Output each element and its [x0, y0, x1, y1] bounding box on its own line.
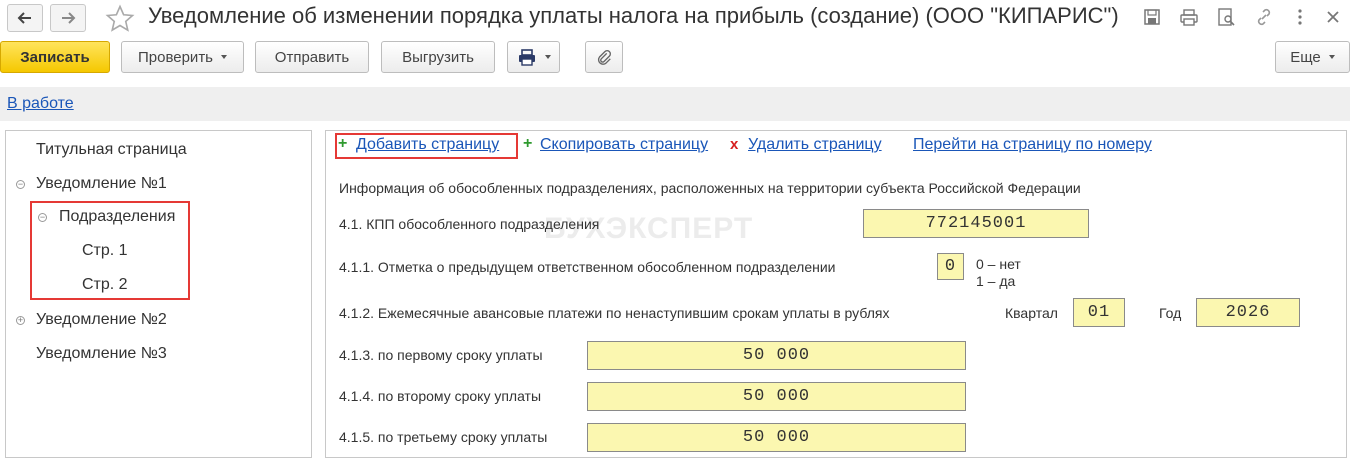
- tree-item-notice-3[interactable]: Уведомление №3: [36, 345, 167, 363]
- check-button[interactable]: Проверить: [121, 41, 244, 73]
- year-field[interactable]: 2026: [1196, 298, 1300, 327]
- close-icon[interactable]: [1322, 6, 1344, 28]
- quarter-label: Квартал: [1005, 305, 1058, 321]
- export-button-label: Выгрузить: [402, 48, 474, 66]
- attach-button[interactable]: [585, 41, 623, 73]
- paperclip-icon: [597, 50, 611, 65]
- second-term-field[interactable]: 50 000: [587, 382, 966, 411]
- printer-icon: [518, 49, 535, 66]
- delete-icon: x: [730, 136, 739, 153]
- third-term-label: 4.1.5. по третьему сроку уплаты: [339, 429, 548, 445]
- year-label: Год: [1159, 305, 1182, 321]
- more-button-label: Еще: [1290, 48, 1321, 66]
- first-term-field[interactable]: 50 000: [587, 341, 966, 370]
- send-button-label: Отправить: [274, 48, 350, 66]
- copy-icon: +: [523, 135, 533, 152]
- monthly-label: 4.1.2. Ежемесячные авансовые платежи по …: [339, 305, 890, 321]
- more-vertical-icon[interactable]: [1289, 6, 1311, 28]
- save-button[interactable]: Записать: [0, 41, 110, 73]
- send-button[interactable]: Отправить: [255, 41, 369, 73]
- tree-item-notice-1[interactable]: Уведомление №1: [36, 175, 167, 193]
- highlight-box: [335, 133, 518, 159]
- prev-mark-hint-no: 0 – нет: [976, 256, 1021, 272]
- form-panel: БУХЭКСПЕРТ + Добавить страницу + Скопиро…: [325, 130, 1347, 458]
- forward-button[interactable]: [50, 4, 86, 32]
- prev-mark-label: 4.1.1. Отметка о предыдущем ответственно…: [339, 259, 836, 275]
- third-term-field[interactable]: 50 000: [587, 423, 966, 452]
- status-bar: [0, 87, 1350, 121]
- link-icon[interactable]: [1253, 6, 1275, 28]
- arrow-left-icon: [17, 12, 31, 24]
- check-button-label: Проверить: [137, 48, 213, 66]
- save-to-disk-icon[interactable]: [1141, 6, 1163, 28]
- delete-page-link[interactable]: Удалить страницу: [748, 136, 882, 154]
- quarter-field[interactable]: 01: [1073, 298, 1125, 327]
- back-button[interactable]: [7, 4, 43, 32]
- goto-page-link[interactable]: Перейти на страницу по номеру: [913, 136, 1152, 154]
- export-button[interactable]: Выгрузить: [381, 41, 495, 73]
- first-term-label: 4.1.3. по первому сроку уплаты: [339, 347, 543, 363]
- section-title: Информация об обособленных подразделения…: [339, 180, 1081, 196]
- copy-page-link[interactable]: Скопировать страницу: [540, 136, 708, 154]
- chevron-down-icon: [544, 55, 551, 59]
- page-tree: Титульная страница − Уведомление №1 − По…: [5, 130, 312, 458]
- expand-icon[interactable]: +: [16, 316, 25, 325]
- print-icon[interactable]: [1178, 6, 1200, 28]
- save-button-label: Записать: [20, 48, 90, 66]
- second-term-label: 4.1.4. по второму сроку уплаты: [339, 388, 542, 404]
- prev-mark-field[interactable]: 0: [937, 253, 964, 280]
- preview-icon[interactable]: [1215, 6, 1237, 28]
- more-button[interactable]: Еще: [1275, 41, 1350, 73]
- highlight-box: [30, 201, 190, 300]
- tree-item-notice-2[interactable]: Уведомление №2: [36, 311, 167, 329]
- chevron-down-icon: [1328, 55, 1335, 59]
- arrow-right-icon: [62, 12, 76, 24]
- prev-mark-hint-yes: 1 – да: [976, 273, 1016, 289]
- chevron-down-icon: [221, 55, 227, 59]
- collapse-icon[interactable]: −: [16, 180, 25, 189]
- tree-item-title-page[interactable]: Титульная страница: [36, 141, 187, 159]
- kpp-label: 4.1. КПП обособленного подразделения: [339, 216, 600, 232]
- status-link[interactable]: В работе: [7, 95, 74, 113]
- kpp-field[interactable]: 772145001: [863, 209, 1089, 238]
- window-title: Уведомление об изменении порядка уплаты …: [148, 3, 1119, 28]
- favorite-star-icon[interactable]: [105, 4, 135, 34]
- print-menu-button[interactable]: [507, 41, 560, 73]
